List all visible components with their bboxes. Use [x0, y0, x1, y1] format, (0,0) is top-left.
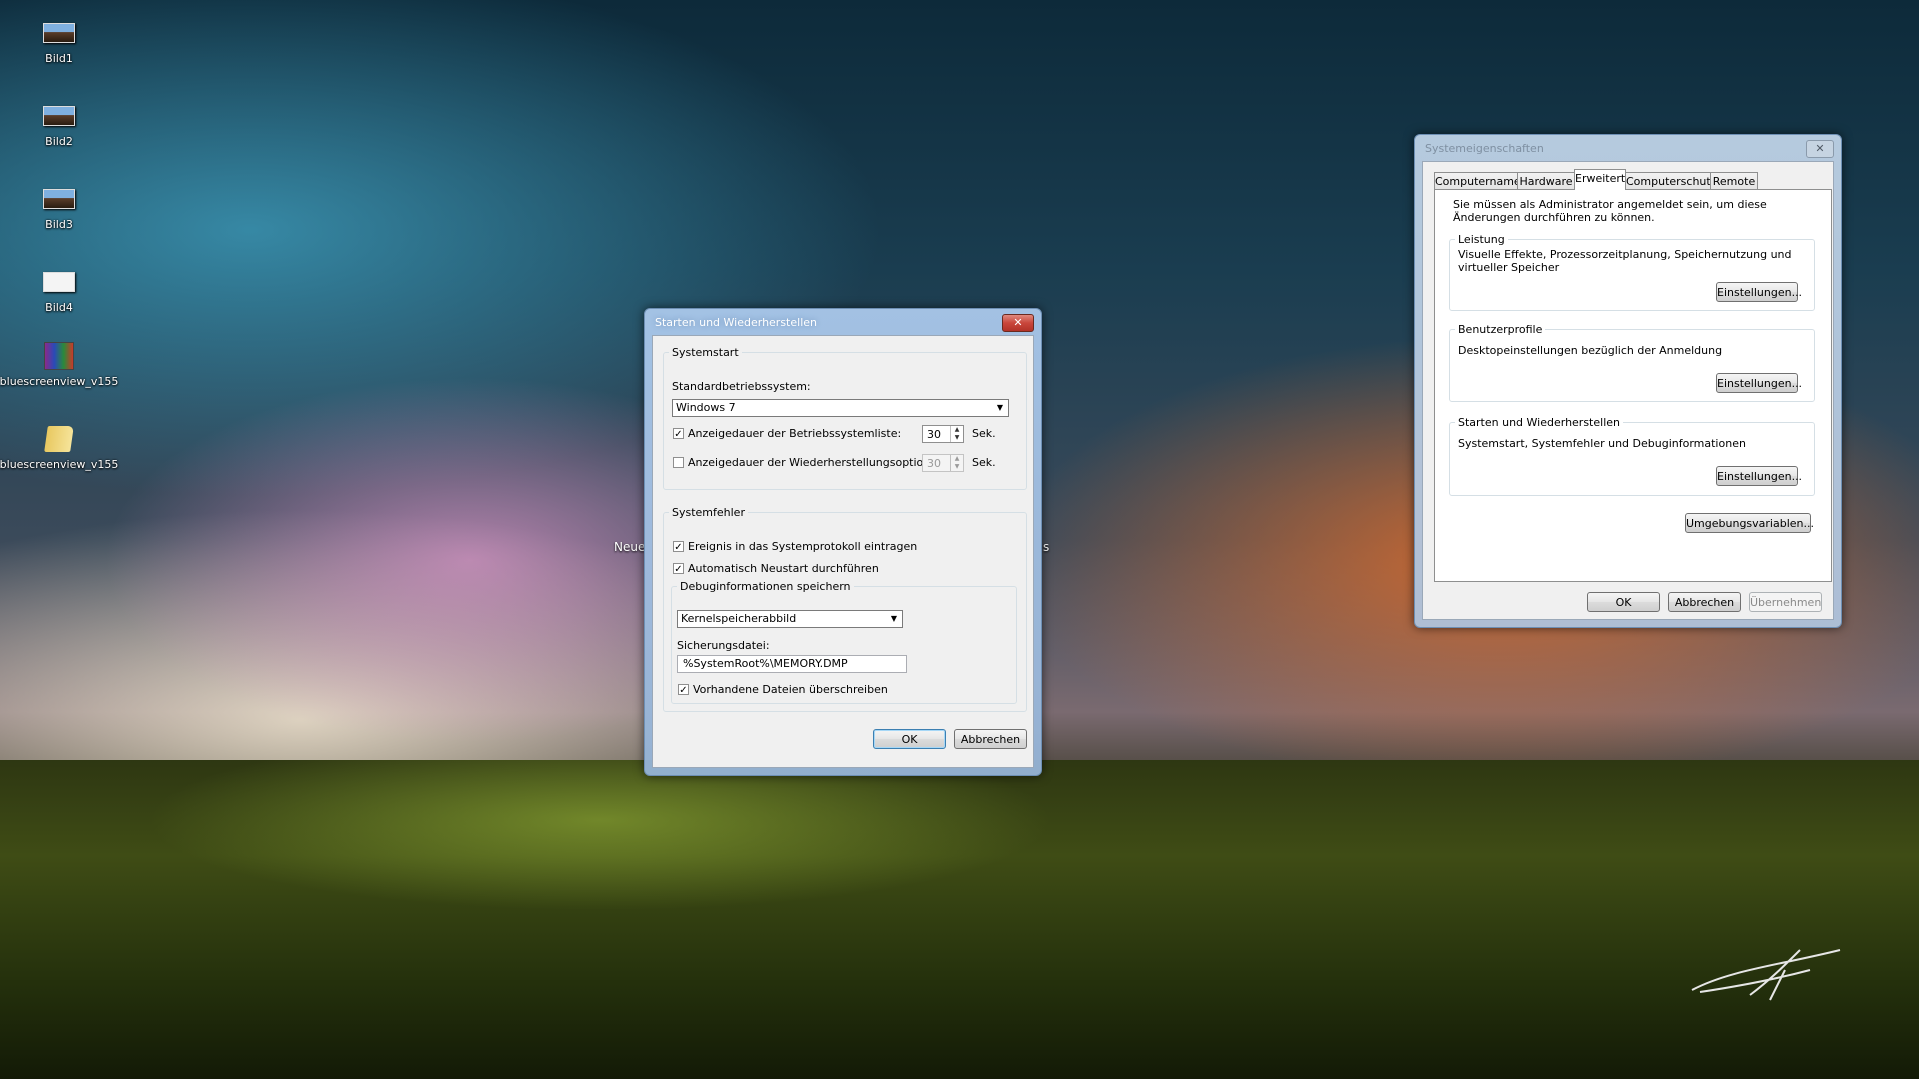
default-os-select[interactable]: Windows 7 ▼: [672, 399, 1009, 417]
tab-erweitert[interactable]: Erweitert: [1574, 169, 1626, 190]
apply-button[interactable]: Übernehmen: [1749, 592, 1822, 612]
window-title: Systemeigenschaften: [1425, 142, 1544, 155]
image-icon: [42, 16, 76, 50]
tab-label: Remote: [1712, 175, 1756, 188]
performance-settings-button[interactable]: Einstellungen...: [1716, 282, 1802, 302]
tab-label: Erweitert: [1575, 172, 1626, 185]
performance-description: Visuelle Effekte, Prozessorzeitplanung, …: [1458, 248, 1792, 274]
desktop-icon-bild2[interactable]: Bild2: [0, 99, 119, 148]
auto-restart-checkbox[interactable]: ✓: [673, 563, 684, 575]
user-profiles-settings-button[interactable]: Einstellungen...: [1716, 373, 1802, 393]
auto-restart-label: Automatisch Neustart durchführen: [688, 562, 879, 575]
dump-file-input[interactable]: %SystemRoot%\MEMORY.DMP: [677, 655, 907, 673]
stepper-value: 30: [927, 457, 941, 470]
checkmark-icon: ✓: [674, 542, 683, 553]
title-bar[interactable]: Systemeigenschaften ✕: [1415, 135, 1841, 161]
system-properties-window: Systemeigenschaften ✕ Computername Hardw…: [1414, 134, 1842, 628]
chevron-down-icon: ▼: [996, 403, 1004, 412]
image-icon: [42, 182, 76, 216]
environment-variables-button[interactable]: Umgebungsvariablen...: [1685, 513, 1814, 533]
dump-type-select[interactable]: Kernelspeicherabbild ▼: [677, 610, 903, 628]
desktop-icon-bild4[interactable]: Bild4: [0, 265, 119, 314]
desktop-icon-label: Bild1: [45, 52, 73, 65]
admin-note: Sie müssen als Administrator angemeldet …: [1453, 198, 1767, 224]
window-body: Computername Hardware Erweitert Computer…: [1422, 161, 1834, 620]
startup-recovery-description: Systemstart, Systemfehler und Debuginfor…: [1458, 437, 1746, 450]
tab-label: Computername: [1435, 175, 1521, 188]
group-title: Leistung: [1458, 233, 1505, 246]
window-title: Starten und Wiederherstellen: [655, 316, 817, 329]
os-list-label: Anzeigedauer der Betriebssystemliste:: [688, 427, 902, 440]
ok-button[interactable]: OK: [873, 729, 946, 749]
tab-computerschutz[interactable]: Computerschutz: [1625, 172, 1717, 190]
startup-recovery-window: Starten und Wiederherstellen ✕ Systemsta…: [644, 308, 1042, 776]
close-button[interactable]: ✕: [1002, 314, 1034, 332]
desktop-icon-bluescreenview-archive[interactable]: bluescreenview_v155: [0, 339, 119, 388]
desktop-text-fragment-right: s: [1043, 540, 1050, 554]
tab-remote[interactable]: Remote: [1710, 172, 1758, 190]
tab-computername[interactable]: Computername: [1434, 172, 1521, 190]
tab-label: Hardware: [1519, 175, 1573, 188]
close-icon: ✕: [1013, 316, 1023, 329]
tab-panel-erweitert: Sie müssen als Administrator angemeldet …: [1434, 189, 1832, 582]
overwrite-label: Vorhandene Dateien überschreiben: [693, 683, 888, 696]
recovery-checkbox[interactable]: [673, 457, 684, 468]
chevron-down-icon: ▼: [890, 614, 898, 623]
checkmark-icon: ✓: [679, 685, 688, 696]
cancel-button[interactable]: Abbrechen: [954, 729, 1027, 749]
folder-icon: [42, 422, 76, 456]
wallpaper-signature: [1691, 949, 1841, 1001]
desktop-icon-label: bluescreenview_v155: [0, 375, 119, 388]
log-event-checkbox[interactable]: ✓: [673, 541, 684, 553]
group-title: Systemfehler: [672, 506, 745, 519]
log-event-label: Ereignis in das Systemprotokoll eintrage…: [688, 540, 918, 553]
desktop-icon-label: Bild2: [45, 135, 73, 148]
cancel-button[interactable]: Abbrechen: [1668, 592, 1741, 612]
group-title: Benutzerprofile: [1458, 323, 1543, 336]
desktop-icon-label: Bild4: [45, 301, 73, 314]
desktop-text-fragment-left: Neue: [614, 540, 646, 554]
desktop-icon-bild1[interactable]: Bild1: [0, 16, 119, 65]
desktop-icon-label: bluescreenview_v155: [0, 458, 119, 471]
checkmark-icon: ✓: [674, 564, 683, 575]
close-icon: ✕: [1815, 142, 1825, 155]
image-icon: [42, 265, 76, 299]
winrar-archive-icon: [42, 339, 76, 373]
desktop-icon-bild3[interactable]: Bild3: [0, 182, 119, 231]
select-value: Kernelspeicherabbild: [681, 612, 797, 625]
title-bar[interactable]: Starten und Wiederherstellen ✕: [645, 309, 1041, 335]
stepper-value: 30: [927, 428, 941, 441]
default-os-label: Standardbetriebssystem:: [672, 380, 811, 393]
desktop-icon-bluescreenview-folder[interactable]: bluescreenview_v155: [0, 422, 119, 471]
image-icon: [42, 99, 76, 133]
recovery-seconds-stepper[interactable]: 30 ▲ ▼: [922, 454, 964, 472]
group-title: Debuginformationen speichern: [680, 580, 851, 593]
overwrite-checkbox[interactable]: ✓: [678, 684, 689, 696]
tab-label: Computerschutz: [1626, 175, 1717, 188]
wallpaper-field: [0, 760, 1919, 1079]
tab-hardware[interactable]: Hardware: [1517, 172, 1575, 190]
os-list-checkbox[interactable]: ✓: [673, 428, 684, 440]
recovery-label: Anzeigedauer der Wiederherstellungsoptio…: [688, 456, 948, 469]
seconds-unit: Sek.: [972, 456, 996, 469]
checkmark-icon: ✓: [674, 429, 683, 440]
window-body: Systemstart Standardbetriebssystem: Wind…: [652, 335, 1034, 768]
up-down-arrows-icon[interactable]: ▲ ▼: [950, 455, 963, 471]
user-profiles-description: Desktopeinstellungen bezüglich der Anmel…: [1458, 344, 1723, 357]
os-list-seconds-stepper[interactable]: 30 ▲ ▼: [922, 425, 964, 443]
select-value: Windows 7: [676, 401, 736, 414]
up-down-arrows-icon[interactable]: ▲ ▼: [950, 426, 963, 442]
group-title: Systemstart: [672, 346, 739, 359]
startup-recovery-settings-button[interactable]: Einstellungen...: [1716, 466, 1802, 486]
ok-button[interactable]: OK: [1587, 592, 1660, 612]
desktop-icon-label: Bild3: [45, 218, 73, 231]
seconds-unit: Sek.: [972, 427, 996, 440]
dump-file-label: Sicherungsdatei:: [677, 639, 770, 652]
group-title: Starten und Wiederherstellen: [1458, 416, 1620, 429]
close-button[interactable]: ✕: [1806, 140, 1834, 158]
